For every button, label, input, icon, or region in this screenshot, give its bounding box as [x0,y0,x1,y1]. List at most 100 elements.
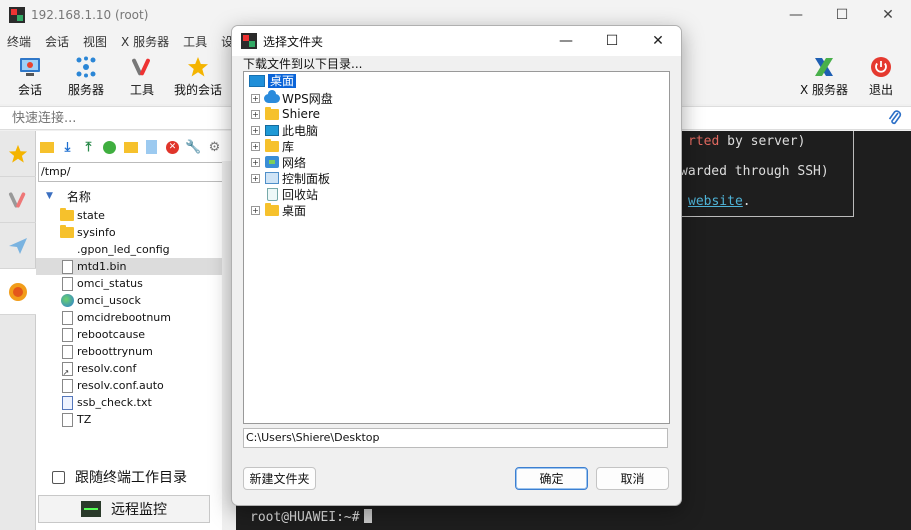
expand-icon[interactable]: + [251,93,260,103]
file-row[interactable]: state [36,207,236,224]
folder-icon [60,225,74,238]
file-row[interactable]: omci_usock [36,292,236,309]
star-icon [187,56,209,78]
maximize-button[interactable]: ☐ [819,0,865,30]
tools-button[interactable]: 工具 [114,54,170,102]
upload-button[interactable]: ⤒ [78,138,99,156]
wrench-icon: 🔧 [185,139,202,155]
session-button[interactable]: 会话 [2,54,58,102]
expand-icon[interactable]: + [251,157,260,167]
star-icon [8,144,28,163]
mobaxterm-logo-icon [9,7,25,23]
file-row[interactable]: omcidrebootnum [36,309,236,326]
file-row[interactable]: .gpon_led_config [36,241,236,258]
folder-up-icon [39,141,54,153]
delete-button[interactable]: ✕ [162,138,183,156]
minimize-button[interactable]: — [773,0,819,30]
file-row[interactable]: rebootcause [36,326,236,343]
sftp-panel: ⤓ ⤒ ✕ 🔧 ⚙ /tmp/ ▼ 名称 state sysinfo .gpon… [36,131,236,530]
follow-terminal-label: 跟随终端工作目录 [75,470,187,486]
tree-node-control-panel[interactable]: + 控制面板 [251,170,330,186]
ok-button[interactable]: 确定 [515,467,588,490]
file-icon [61,310,73,325]
refresh-button[interactable] [99,138,120,156]
menu-tools[interactable]: 工具 [176,33,214,50]
selected-path-field[interactable]: C:\Users\Shiere\Desktop [243,428,668,448]
sidebar-item-sftp[interactable] [0,269,36,315]
file-row[interactable]: sysinfo [36,224,236,241]
sidebar-item-sessions[interactable] [0,131,36,177]
dialog-close-button[interactable]: ✕ [635,26,681,56]
refresh-icon [103,140,116,154]
dialog-prompt: 下载文件到以下目录... [243,57,363,71]
tree-node-desktop-folder[interactable]: + 桌面 [251,202,306,218]
download-button[interactable]: ⤓ [57,138,78,156]
my-sessions-label: 我的会话 [173,83,222,97]
quick-connect-input[interactable] [4,108,224,128]
tree-node-network[interactable]: + 网络 [251,154,306,170]
text-file-icon [61,395,73,410]
download-icon: ⤓ [64,139,71,155]
tree-node-shiere[interactable]: + Shiere [251,106,320,122]
folder-icon [265,106,279,120]
tools-icon [8,191,26,208]
tree-node-recycle-bin[interactable]: 回收站 [251,186,318,202]
file-row[interactable]: resolv.conf.auto [36,377,236,394]
expand-icon[interactable]: + [251,125,260,135]
file-row[interactable]: TZ [36,411,236,428]
website-link[interactable]: website [688,194,743,209]
menu-sessions[interactable]: 会话 [38,33,76,50]
servers-button[interactable]: 服务器 [58,54,114,102]
tree-root-desktop[interactable]: 桌面 [249,74,297,88]
upload-icon: ⤒ [85,139,92,155]
remote-monitor-button[interactable]: 远程监控 [38,495,210,523]
sftp-globe-icon [9,282,27,301]
paperclip-icon[interactable] [887,109,903,127]
dialog-minimize-button[interactable]: — [543,26,589,56]
desktop-icon [249,75,265,87]
dialog-title: 选择文件夹 [263,34,324,49]
new-folder-button[interactable] [120,138,141,156]
new-folder-button[interactable]: 新建文件夹 [243,467,316,490]
exit-label: 退出 [868,83,893,97]
tree-node-this-pc[interactable]: + 此电脑 [251,122,318,138]
properties-button[interactable]: 🔧 [183,138,204,156]
follow-terminal-checkbox[interactable] [52,470,65,484]
session-icon [19,56,41,78]
new-file-button[interactable] [141,138,162,156]
file-row[interactable]: reboottrynum [36,343,236,360]
paper-plane-icon [9,237,27,254]
file-row[interactable]: ssb_check.txt [36,394,236,411]
parent-folder-button[interactable] [36,138,57,156]
close-button[interactable]: ✕ [865,0,911,30]
menu-xserver[interactable]: X 服务器 [114,33,176,50]
settings-button[interactable]: ⚙ [204,138,225,156]
expand-icon[interactable]: + [251,109,260,119]
file-row[interactable]: resolv.conf [36,360,236,377]
power-icon [870,56,892,78]
tree-node-libraries[interactable]: + 库 [251,138,294,154]
file-list-header[interactable]: ▼ 名称 [36,186,236,206]
file-row[interactable]: omci_status [36,275,236,292]
recycle-bin-icon [266,187,278,201]
cancel-button[interactable]: 取消 [596,467,669,490]
file-row-selected[interactable]: mtd1.bin [36,258,236,275]
my-sessions-button[interactable]: 我的会话 [170,54,226,102]
sidebar-item-macros[interactable] [0,223,36,269]
file-icon [61,327,73,342]
tree-node-wps[interactable]: + WPS网盘 [251,89,333,106]
expand-icon[interactable]: + [251,173,260,183]
menu-view[interactable]: 视图 [76,33,114,50]
file-icon [61,378,73,393]
expand-icon[interactable]: + [251,141,260,151]
terminal-line: warded through SSH) [680,164,829,179]
follow-terminal-option[interactable]: 跟随终端工作目录 [52,467,187,487]
x-server-button[interactable]: X 服务器 [796,54,852,102]
expand-icon[interactable]: + [251,205,260,215]
exit-button[interactable]: 退出 [853,54,909,102]
sftp-path-input[interactable]: /tmp/ [38,162,234,182]
dialog-maximize-button[interactable]: ☐ [589,26,635,56]
terminal-line: website. [688,194,751,209]
menu-terminal[interactable]: 终端 [0,33,38,50]
sidebar-item-tools[interactable] [0,177,36,223]
